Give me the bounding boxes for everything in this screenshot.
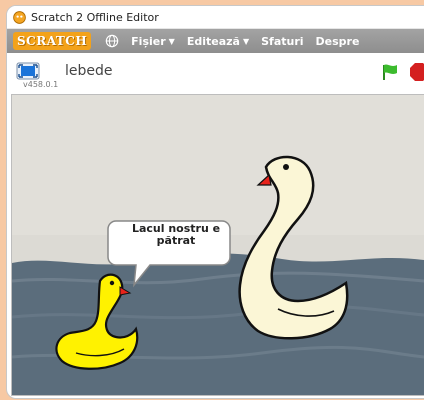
stage-header: lebede v458.0.1 <box>7 53 424 93</box>
scratch-logo[interactable]: SCRATCH <box>13 32 92 50</box>
stage[interactable]: Lacul nostru e pătrat <box>11 94 424 396</box>
menu-edit[interactable]: Editează ▼ <box>187 35 249 48</box>
menu-about-label: Despre <box>315 34 360 48</box>
title-bar: Scratch 2 Offline Editor <box>7 6 424 29</box>
menu-file[interactable]: Fișier ▼ <box>131 35 175 48</box>
menu-tips[interactable]: Sfaturi <box>261 35 303 48</box>
speech-bubble-text: Lacul nostru e pătrat <box>131 222 221 247</box>
version-label: v458.0.1 <box>23 80 59 89</box>
lake-water <box>12 253 424 395</box>
chevron-down-icon: ▼ <box>242 36 250 46</box>
menu-bar: SCRATCH Fișier ▼ Editează ▼ Sfaturi Desp… <box>7 29 424 53</box>
menu-about[interactable]: Despre <box>316 35 360 48</box>
globe-icon[interactable] <box>105 34 119 48</box>
stop-icon[interactable] <box>409 62 424 82</box>
menu-file-label: Fișier <box>131 34 166 48</box>
project-name[interactable]: lebede <box>65 63 113 79</box>
menu-edit-label: Editează <box>186 34 240 48</box>
fullscreen-icon[interactable] <box>16 62 40 80</box>
app-window: Scratch 2 Offline Editor SCRATCH Fișier … <box>6 5 424 399</box>
menu-tips-label: Sfaturi <box>261 34 304 48</box>
scratch-cat-icon <box>13 10 26 24</box>
window-title: Scratch 2 Offline Editor <box>31 10 159 24</box>
chevron-down-icon: ▼ <box>168 36 175 46</box>
green-flag-icon[interactable] <box>381 63 399 81</box>
